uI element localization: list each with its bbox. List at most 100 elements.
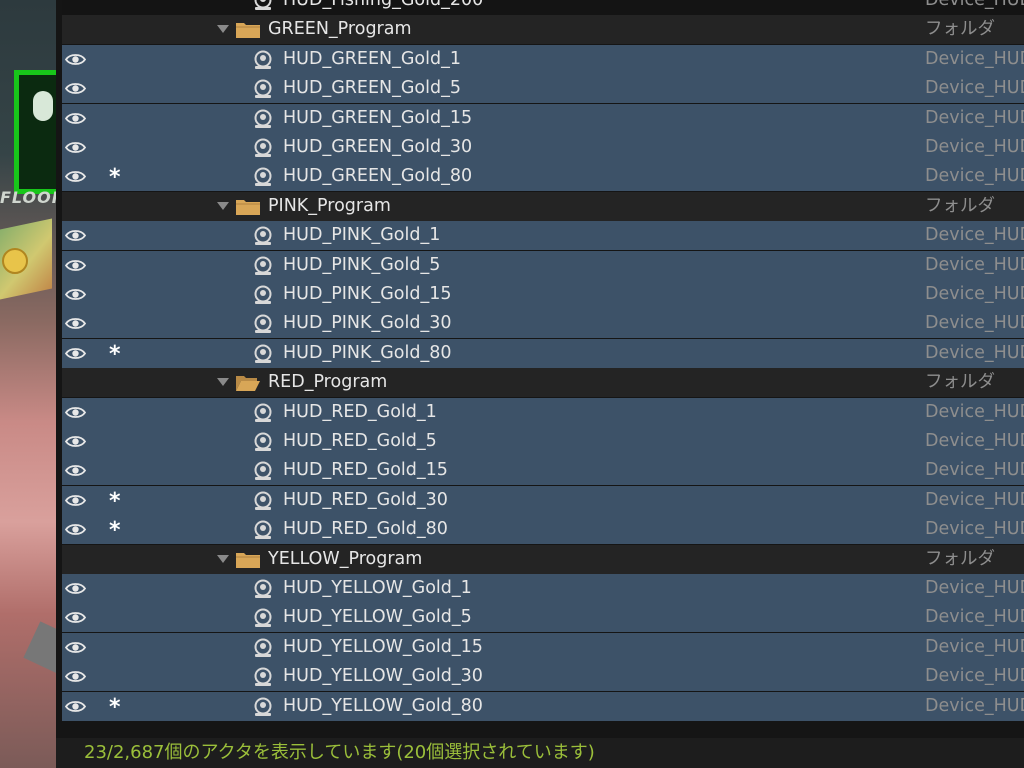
actor-name: HUD_YELLOW_Gold_15 (283, 636, 483, 657)
expand-arrow-icon[interactable] (217, 25, 229, 34)
outliner-folder-row[interactable]: PINK_Program フォルダ (62, 191, 1024, 221)
device-actor-icon (254, 697, 272, 716)
viewport-coin (2, 248, 28, 274)
visibility-eye-icon[interactable] (65, 347, 86, 360)
level-viewport-sliver[interactable]: FLOOR (0, 0, 62, 768)
type-cell: Device_HUD (925, 0, 1024, 10)
outliner-actor-row[interactable]: HUD_YELLOW_Gold_1 Device_HUD (62, 574, 1024, 603)
visibility-eye-icon[interactable] (65, 141, 86, 154)
visibility-eye-icon[interactable] (65, 700, 86, 713)
outliner-actor-row[interactable]: HUD_YELLOW_Gold_30 Device_HUD (62, 662, 1024, 692)
type-cell: Device_HUD (925, 401, 1024, 422)
device-actor-icon (254, 579, 272, 598)
expand-arrow-icon[interactable] (217, 201, 229, 210)
device-actor-icon (254, 608, 272, 628)
outliner-actor-row[interactable]: HUD_GREEN_Gold_1 Device_HUD (62, 44, 1024, 74)
outliner-actor-row[interactable]: HUD_GREEN_Gold_30 Device_HUD (62, 133, 1024, 162)
device-actor-icon (254, 109, 272, 128)
visibility-eye-icon[interactable] (65, 582, 86, 595)
type-cell: Device_HUD (925, 695, 1024, 716)
actor-name: HUD_YELLOW_Gold_5 (283, 607, 472, 628)
actor-name: HUD_PINK_Gold_15 (283, 284, 452, 304)
actor-name: HUD_RED_Gold_15 (283, 460, 448, 481)
outliner-actor-row[interactable]: HUD_GREEN_Gold_5 Device_HUD (62, 74, 1024, 104)
outliner-actor-row[interactable]: HUD_PINK_Gold_5 Device_HUD (62, 250, 1024, 280)
outliner-folder-row[interactable]: YELLOW_Program フォルダ (62, 544, 1024, 574)
visibility-eye-icon[interactable] (65, 611, 86, 624)
actor-name: HUD_PINK_Gold_80 (283, 342, 452, 363)
outliner-actor-row[interactable]: HUD_PINK_Gold_1 Device_HUD (62, 221, 1024, 251)
viewport-sign-symbol (33, 91, 53, 121)
type-cell: Device_HUD (925, 666, 1024, 687)
visibility-eye-icon[interactable] (65, 112, 86, 125)
actor-name: HUD_PINK_Gold_5 (283, 254, 441, 275)
device-actor-icon (254, 432, 272, 451)
outliner-actor-row[interactable]: HUD_YELLOW_Gold_15 Device_HUD (62, 632, 1024, 662)
type-cell: Device_HUD (925, 313, 1024, 334)
visibility-eye-icon[interactable] (65, 670, 86, 683)
outliner-folder-row[interactable]: GREEN_Program フォルダ (62, 15, 1024, 45)
outliner-actor-row[interactable]: HUD_GREEN_Gold_15 Device_HUD (62, 103, 1024, 133)
outliner-actor-row[interactable]: HUD_RED_Gold_5 Device_HUD (62, 427, 1024, 456)
viewport-floor-text: FLOOR (0, 188, 62, 207)
type-cell: Device_HUD (925, 107, 1024, 128)
visibility-eye-icon[interactable] (65, 494, 86, 507)
outliner-actor-row[interactable]: HUD_RED_Gold_15 Device_HUD (62, 456, 1024, 486)
modified-star: * (109, 518, 121, 544)
device-actor-icon (254, 79, 272, 99)
outliner-actor-row[interactable]: * HUD_GREEN_Gold_80 Device_HUD (62, 162, 1024, 192)
type-cell: フォルダ (925, 19, 995, 40)
actor-name: HUD_GREEN_Gold_5 (283, 78, 461, 99)
modified-star: * (109, 341, 121, 367)
device-actor-icon (254, 50, 272, 69)
visibility-eye-icon[interactable] (65, 170, 86, 183)
actor-name: HUD_PINK_Gold_30 (283, 313, 452, 334)
device-actor-icon (254, 461, 272, 481)
visibility-eye-icon[interactable] (65, 406, 86, 419)
type-cell: Device_HUD (925, 137, 1024, 157)
outliner-folder-row[interactable]: RED_Program フォルダ (62, 368, 1024, 398)
type-cell: Device_HUD (925, 460, 1024, 481)
type-cell: Device_HUD (925, 254, 1024, 275)
visibility-eye-icon[interactable] (65, 523, 86, 536)
actor-name: HUD_Fishing_Gold_200 (283, 0, 484, 10)
actor-name: HUD_YELLOW_Gold_30 (283, 666, 483, 687)
actor-name: HUD_RED_Gold_1 (283, 401, 437, 422)
actor-name: HUD_PINK_Gold_1 (283, 225, 441, 246)
visibility-eye-icon[interactable] (65, 317, 86, 330)
outliner-actor-row[interactable]: HUD_Fishing_Gold_200 Device_HUD (62, 0, 1024, 15)
type-cell: Device_HUD (925, 489, 1024, 510)
folder-open-icon (236, 376, 260, 392)
outliner-actor-row[interactable]: * HUD_PINK_Gold_80 Device_HUD (62, 338, 1024, 368)
type-cell: Device_HUD (925, 636, 1024, 657)
device-actor-icon (254, 520, 272, 540)
actor-name: HUD_GREEN_Gold_80 (283, 166, 473, 187)
viewport-green-sign (14, 70, 62, 194)
outliner-actor-row[interactable]: HUD_PINK_Gold_15 Device_HUD (62, 280, 1024, 309)
modified-star: * (109, 694, 121, 720)
device-actor-icon (254, 403, 272, 422)
visibility-eye-icon[interactable] (65, 229, 86, 242)
outliner-actor-row[interactable]: HUD_YELLOW_Gold_5 Device_HUD (62, 603, 1024, 633)
outliner-actor-row[interactable]: * HUD_RED_Gold_80 Device_HUD (62, 515, 1024, 545)
expand-arrow-icon[interactable] (217, 378, 229, 387)
expand-arrow-icon[interactable] (217, 554, 229, 563)
folder-icon (236, 199, 260, 215)
type-cell: Device_HUD (925, 578, 1024, 598)
visibility-eye-icon[interactable] (65, 53, 86, 66)
visibility-eye-icon[interactable] (65, 435, 86, 448)
outliner-actor-row[interactable]: HUD_PINK_Gold_30 Device_HUD (62, 309, 1024, 339)
outliner-actor-row[interactable]: HUD_RED_Gold_1 Device_HUD (62, 397, 1024, 427)
visibility-eye-icon[interactable] (65, 288, 86, 301)
modified-star: * (109, 165, 121, 191)
visibility-eye-icon[interactable] (65, 82, 86, 95)
outliner-list: HUD_Fishing_Gold_200 Device_HUD GREEN_Prog… (62, 0, 1024, 728)
outliner-panel: HUD_Fishing_Gold_200 Device_HUD GREEN_Prog… (56, 0, 1024, 768)
device-actor-icon (254, 667, 272, 687)
outliner-actor-row[interactable]: * HUD_RED_Gold_30 Device_HUD (62, 485, 1024, 515)
visibility-eye-icon[interactable] (65, 641, 86, 654)
outliner-actor-row[interactable]: * HUD_YELLOW_Gold_80 Device_HUD (62, 691, 1024, 721)
actor-name: HUD_YELLOW_Gold_1 (283, 578, 472, 598)
visibility-eye-icon[interactable] (65, 464, 86, 477)
visibility-eye-icon[interactable] (65, 259, 86, 272)
